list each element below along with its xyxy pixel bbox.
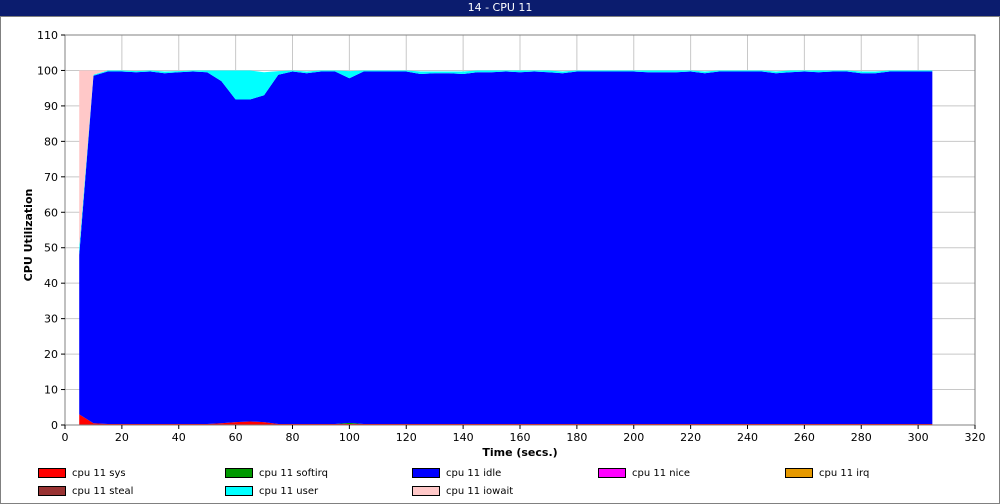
- legend-swatch: [38, 468, 66, 478]
- y-tick-label: 0: [51, 419, 58, 432]
- y-tick-label: 40: [44, 277, 58, 290]
- legend-swatch: [412, 468, 440, 478]
- legend-label: cpu 11 sys: [72, 468, 126, 479]
- legend-swatch: [412, 486, 440, 496]
- x-axis-ticks: 0 20 40 60 80 100 120 140 160 180 200 220 240 260 280 3…: [62, 425, 986, 444]
- legend-swatch: [225, 486, 253, 496]
- x-tick-label: 240: [737, 431, 758, 444]
- y-axis-ticks: 0 10 20 30 40 50 60 70 80 90 100 110: [37, 29, 65, 432]
- y-tick-label: 50: [44, 242, 58, 255]
- y-tick-label: 10: [44, 384, 58, 397]
- x-tick-label: 180: [566, 431, 587, 444]
- legend: cpu 11 sys cpu 11 softirq cpu 11 idle cp…: [0, 466, 1000, 504]
- legend-item: cpu 11 softirq: [225, 468, 328, 480]
- legend-label: cpu 11 nice: [632, 468, 691, 479]
- x-tick-label: 280: [851, 431, 872, 444]
- y-tick-label: 80: [44, 135, 58, 148]
- legend-swatch: [225, 468, 253, 478]
- x-tick-label: 160: [510, 431, 531, 444]
- x-tick-label: 0: [62, 431, 69, 444]
- x-tick-label: 200: [623, 431, 644, 444]
- legend-label: cpu 11 steal: [72, 486, 134, 497]
- x-tick-label: 140: [453, 431, 474, 444]
- cpu-utilization-chart: 0 20 40 60 80 100 120 140 160 180 200 220 240 260 280 3…: [22, 29, 986, 459]
- x-tick-label: 120: [396, 431, 417, 444]
- stacked-areas: [64, 34, 976, 426]
- y-tick-label: 90: [44, 100, 58, 113]
- x-tick-label: 40: [172, 431, 186, 444]
- legend-label: cpu 11 softirq: [259, 468, 328, 479]
- x-tick-label: 100: [339, 431, 360, 444]
- area-cpu-11-idle: [79, 71, 933, 424]
- legend-swatch: [38, 486, 66, 496]
- x-tick-label: 60: [229, 431, 243, 444]
- legend-item: cpu 11 steal: [38, 486, 133, 498]
- legend-item: cpu 11 idle: [412, 468, 501, 480]
- legend-label: cpu 11 idle: [446, 468, 502, 479]
- x-tick-label: 20: [115, 431, 129, 444]
- legend-label: cpu 11 user: [259, 486, 319, 497]
- x-tick-label: 300: [908, 431, 929, 444]
- legend-swatch: [598, 468, 626, 478]
- x-tick-label: 80: [286, 431, 300, 444]
- legend-item: cpu 11 user: [225, 486, 318, 498]
- legend-swatch: [785, 468, 813, 478]
- x-tick-label: 320: [965, 431, 986, 444]
- legend-item: cpu 11 sys: [38, 468, 126, 480]
- y-tick-label: 20: [44, 348, 58, 361]
- y-tick-label: 30: [44, 313, 58, 326]
- x-tick-label: 220: [680, 431, 701, 444]
- legend-item: cpu 11 irq: [785, 468, 869, 480]
- legend-label: cpu 11 iowait: [446, 486, 514, 497]
- y-tick-label: 60: [44, 206, 58, 219]
- legend-label: cpu 11 irq: [819, 468, 870, 479]
- y-axis-label: CPU Utilization: [22, 189, 35, 282]
- legend-item: cpu 11 nice: [598, 468, 690, 480]
- x-axis-label: Time (secs.): [482, 446, 557, 459]
- x-tick-label: 260: [794, 431, 815, 444]
- y-tick-label: 70: [44, 171, 58, 184]
- legend-item: cpu 11 iowait: [412, 486, 513, 498]
- y-tick-label: 100: [37, 64, 58, 77]
- y-tick-label: 110: [37, 29, 58, 42]
